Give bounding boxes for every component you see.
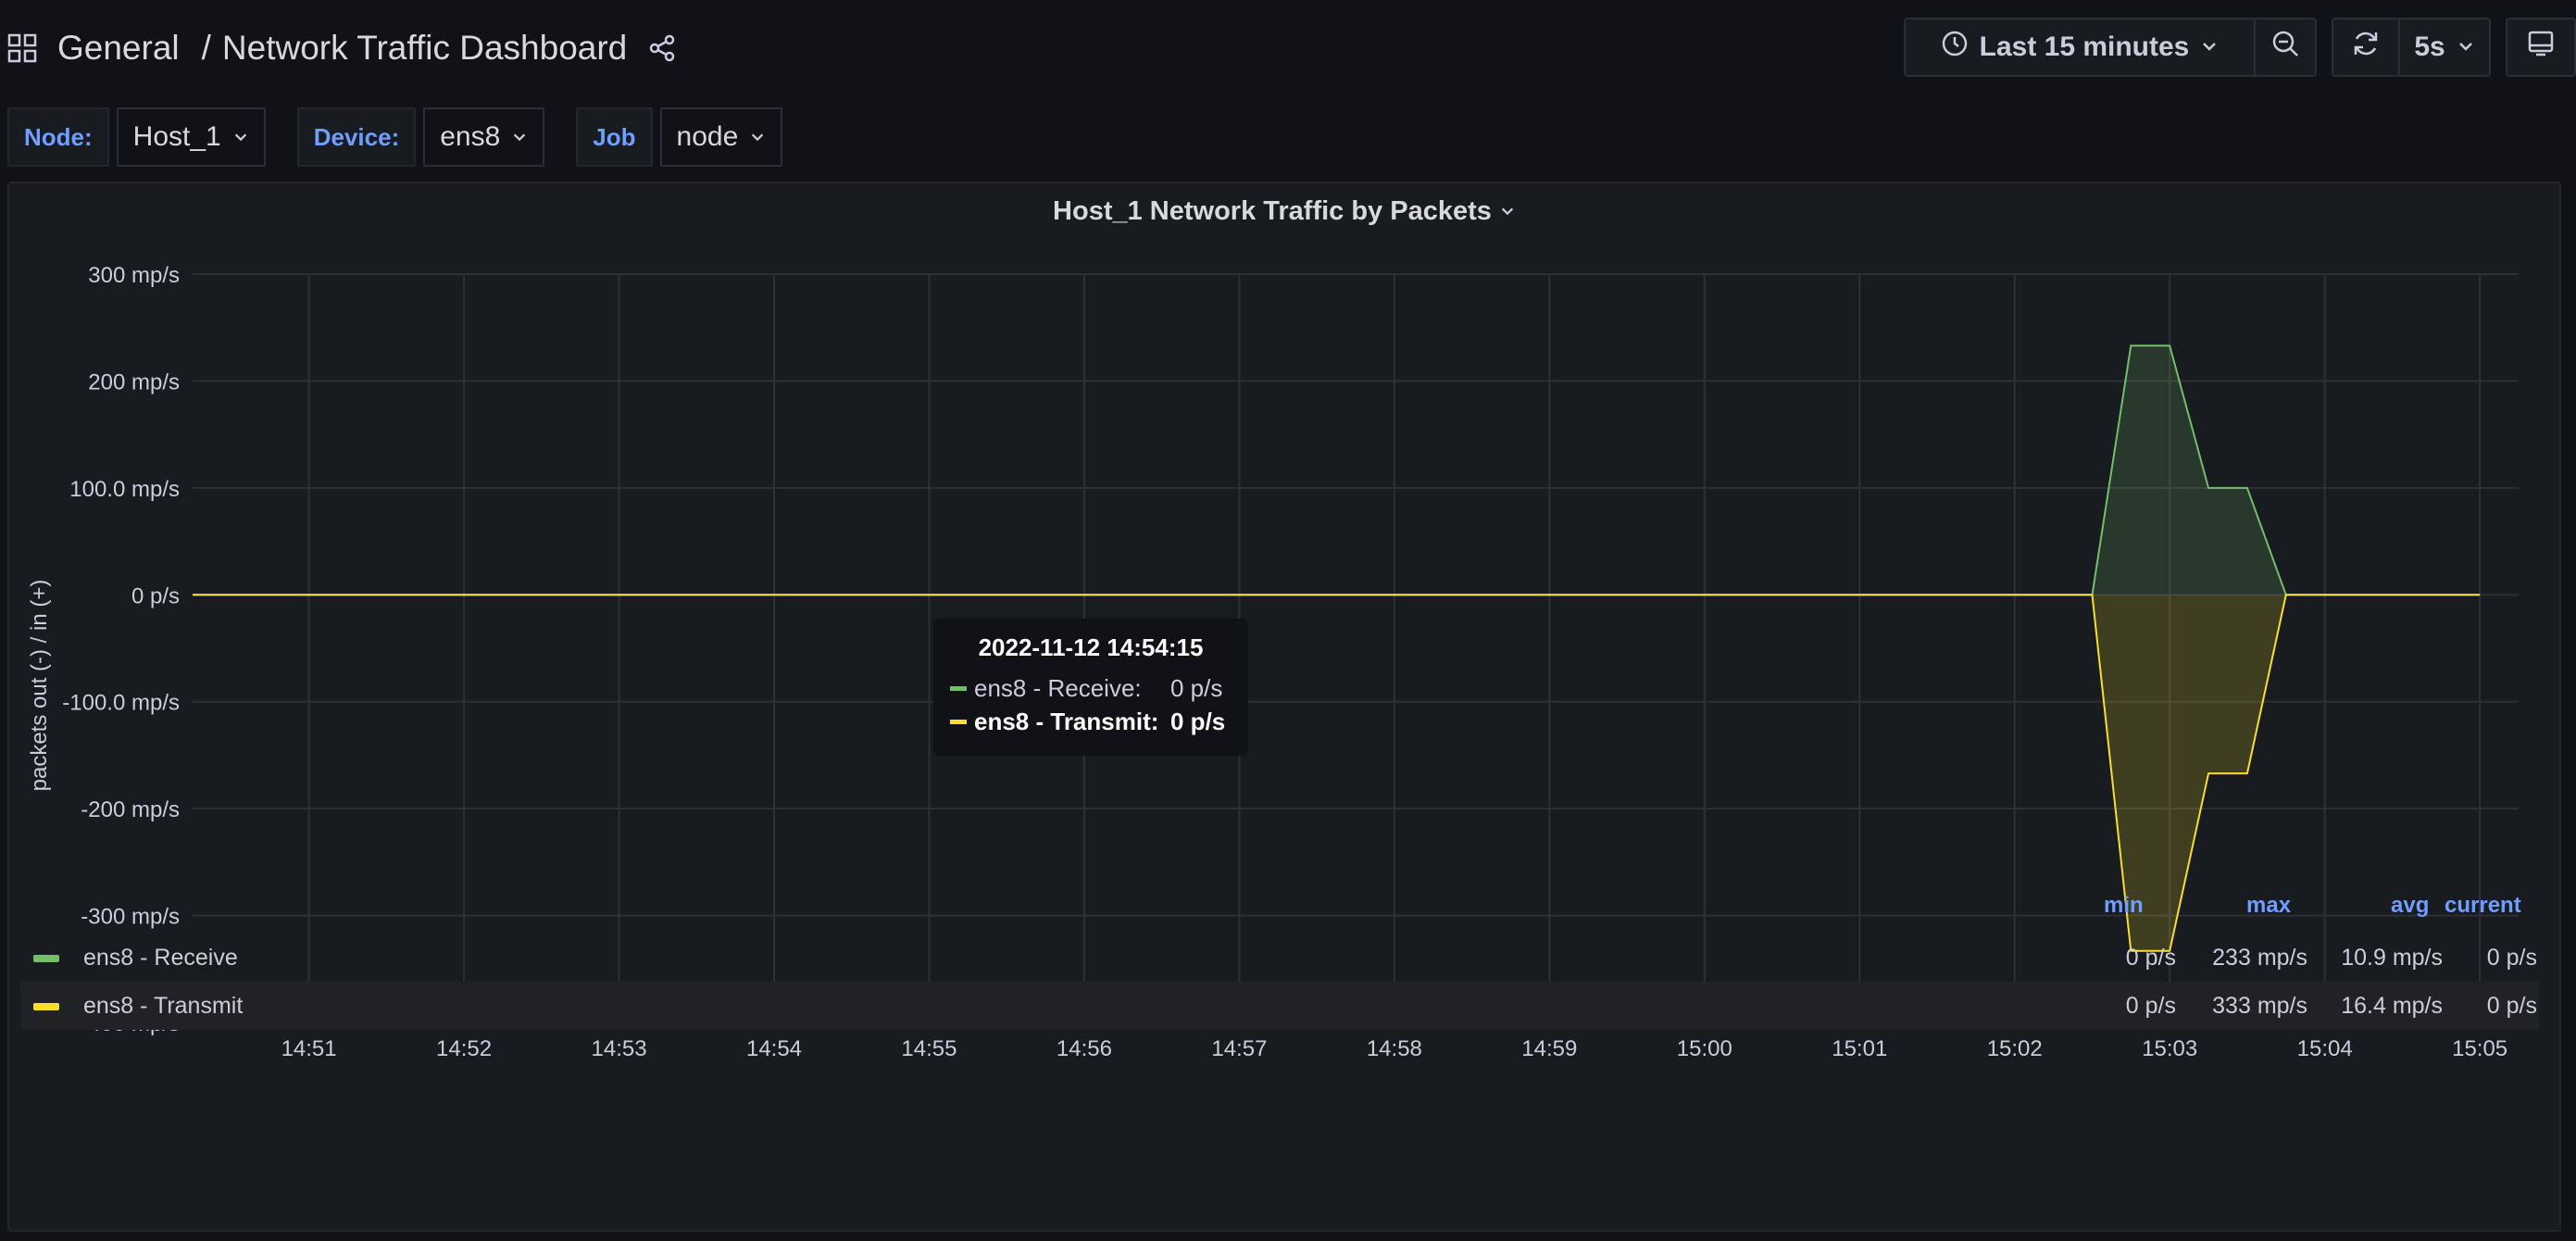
legend-min: 0 p/s xyxy=(2125,993,2176,1019)
x-tick-label: 15:00 xyxy=(1677,1036,1732,1061)
time-range-picker[interactable]: Last 15 minutes xyxy=(1906,19,2254,75)
refresh-button[interactable] xyxy=(2333,19,2398,75)
variable-value: ens8 xyxy=(440,121,501,152)
x-tick-label: 14:57 xyxy=(1211,1036,1267,1061)
legend-avg: 16.4 mp/s xyxy=(2341,993,2443,1019)
y-tick-label: -200 mp/s xyxy=(81,797,180,822)
x-tick-label: 14:58 xyxy=(1367,1036,1422,1061)
x-tick-label: 15:04 xyxy=(2297,1036,2353,1061)
legend-max: 233 mp/s xyxy=(2212,945,2307,971)
variable-value: node xyxy=(676,121,739,152)
legend-avg: 10.9 mp/s xyxy=(2341,945,2443,971)
x-tick-label: 14:55 xyxy=(901,1036,957,1061)
clock-icon xyxy=(1941,30,1969,65)
transmit-swatch[interactable] xyxy=(33,1003,59,1010)
tooltip-row-receive: ens8 - Receive: 0 p/s xyxy=(950,671,1232,705)
x-tick-label: 14:59 xyxy=(1521,1036,1577,1061)
legend-row-transmit[interactable]: ens8 - Transmit 0 p/s 333 mp/s 16.4 mp/s… xyxy=(20,982,2539,1030)
receive-swatch xyxy=(950,685,967,691)
tooltip-time: 2022-11-12 14:54:15 xyxy=(978,633,1204,661)
x-tick-label: 14:51 xyxy=(281,1036,337,1061)
dashboard-toolbar: Last 15 minutes 5s xyxy=(1904,18,2576,77)
legend-row-receive[interactable]: ens8 - Receive 0 p/s 233 mp/s 10.9 mp/s … xyxy=(20,934,2539,982)
dashboard-grid-icon[interactable] xyxy=(7,33,37,63)
x-tick-label: 14:56 xyxy=(1057,1036,1112,1061)
variable-label: Node: xyxy=(7,107,109,167)
refresh-interval-label: 5s xyxy=(2414,31,2445,62)
graph-panel: Host_1 Network Traffic by Packets 300 mp… xyxy=(7,182,2561,1232)
variable-label: Job xyxy=(576,107,653,167)
breadcrumb-separator: / xyxy=(201,29,211,67)
y-tick-label: 300 mp/s xyxy=(88,263,180,288)
refresh-icon xyxy=(2351,29,2381,66)
variable-job-select[interactable]: node xyxy=(659,107,783,167)
refresh-group: 5s xyxy=(2332,18,2491,77)
legend-header: min max avg current xyxy=(20,893,2539,934)
chevron-down-icon xyxy=(511,121,528,153)
x-tick-label: 15:05 xyxy=(2452,1036,2507,1061)
variable-value: Host_1 xyxy=(132,121,221,152)
tooltip-series-name: ens8 - Receive: xyxy=(974,673,1142,702)
variable-node: Node: Host_1 xyxy=(7,107,266,167)
hover-tooltip: 2022-11-12 14:54:15 ens8 - Receive: 0 p/… xyxy=(933,619,1248,756)
top-bar: General / Network Traffic Dashboard Last… xyxy=(0,0,2576,94)
variable-device: Device: ens8 xyxy=(296,107,545,167)
zoom-out-icon xyxy=(2270,29,2300,66)
transmit-swatch xyxy=(950,719,967,724)
x-tick-label: 15:03 xyxy=(2142,1036,2197,1061)
variable-node-select[interactable]: Host_1 xyxy=(116,107,266,167)
receive-swatch[interactable] xyxy=(33,955,59,962)
zoom-out-button[interactable] xyxy=(2254,19,2315,75)
y-tick-label: 0 p/s xyxy=(131,583,180,608)
x-tick-label: 14:53 xyxy=(592,1036,647,1061)
share-icon[interactable] xyxy=(647,33,677,63)
x-tick-label: 14:52 xyxy=(436,1036,492,1061)
variable-device-select[interactable]: ens8 xyxy=(423,107,545,167)
chevron-down-icon xyxy=(2200,31,2219,63)
variables-bar: Node: Host_1 Device: ens8 Job node xyxy=(7,107,783,167)
y-tick-label: 200 mp/s xyxy=(88,370,180,395)
legend-series-name[interactable]: ens8 - Transmit xyxy=(83,993,243,1020)
tooltip-series-value: 0 p/s xyxy=(1170,673,1223,702)
legend-header-avg[interactable]: avg xyxy=(2391,893,2429,919)
breadcrumb-folder[interactable]: General xyxy=(57,29,180,68)
refresh-interval-picker[interactable]: 5s xyxy=(2398,19,2489,75)
breadcrumb: General / Network Traffic Dashboard xyxy=(7,24,677,72)
x-tick-label: 15:01 xyxy=(1832,1036,1887,1061)
view-mode-group xyxy=(2506,18,2576,77)
legend-header-min[interactable]: min xyxy=(2104,893,2144,919)
tooltip-series-value: 0 p/s xyxy=(1170,707,1226,735)
variable-label: Device: xyxy=(296,107,417,167)
tooltip-row-transmit: ens8 - Transmit: 0 p/s xyxy=(950,705,1232,738)
variable-job: Job node xyxy=(576,107,783,167)
tv-mode-button[interactable] xyxy=(2507,19,2574,75)
series-area-ens8-receive xyxy=(193,345,2481,595)
chevron-down-icon xyxy=(232,121,249,153)
legend-current: 0 p/s xyxy=(2486,993,2537,1019)
legend-min: 0 p/s xyxy=(2125,945,2176,971)
x-axis: 14:51 14:52 14:53 14:54 14:55 14:56 14:57 14:58… xyxy=(281,1036,2508,1061)
y-tick-label: -100.0 mp/s xyxy=(62,691,180,716)
time-range-group: Last 15 minutes xyxy=(1904,18,2317,77)
time-range-label: Last 15 minutes xyxy=(1979,31,2190,62)
legend-header-current[interactable]: current xyxy=(2445,893,2521,919)
chart-series xyxy=(193,345,2481,952)
legend-table: min max avg current ens8 - Receive 0 p/s… xyxy=(20,893,2539,1030)
legend-header-max[interactable]: max xyxy=(2246,893,2291,919)
chevron-down-icon xyxy=(749,121,766,153)
chevron-down-icon xyxy=(2457,31,2475,63)
x-tick-label: 15:02 xyxy=(1987,1036,2043,1061)
legend-current: 0 p/s xyxy=(2486,945,2537,971)
page-title[interactable]: Network Traffic Dashboard xyxy=(222,29,627,68)
x-tick-label: 14:54 xyxy=(746,1036,802,1061)
monitor-icon xyxy=(2526,29,2556,66)
y-axis-label: packets out (-) / in (+) xyxy=(27,580,52,792)
tooltip-series-name: ens8 - Transmit: xyxy=(974,707,1159,735)
y-tick-label: 100.0 mp/s xyxy=(69,477,180,502)
legend-max: 333 mp/s xyxy=(2212,993,2307,1019)
legend-series-name[interactable]: ens8 - Receive xyxy=(83,945,238,971)
